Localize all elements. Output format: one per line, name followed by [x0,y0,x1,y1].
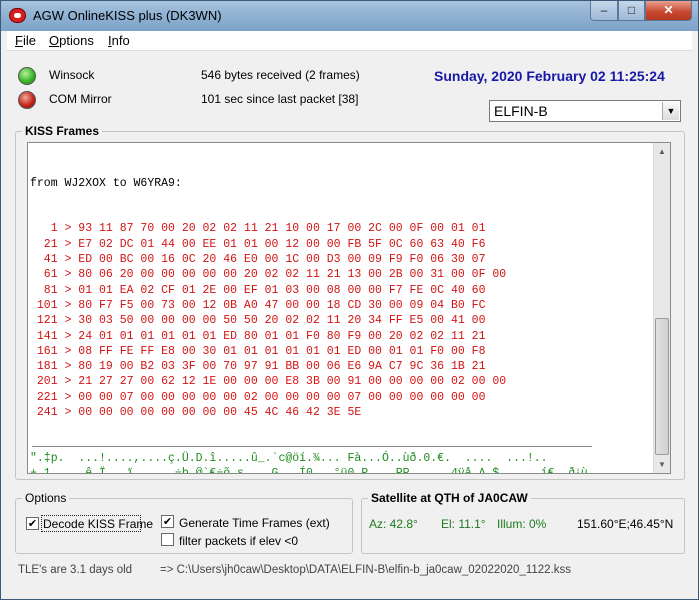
satellite-select[interactable]: ELFIN-B ▼ [489,100,681,122]
options-title: Options [22,491,70,505]
current-datetime: Sunday, 2020 February 02 11:25:24 [434,68,665,84]
kiss-hex-dump: 1 > 93 11 87 70 00 20 02 02 11 21 10 00 … [30,221,652,420]
close-button[interactable]: ✕ [645,1,692,21]
filter-packets-label[interactable]: filter packets if elev <0 [179,534,298,548]
kiss-hex-line: 181 > 80 19 00 B2 03 3F 00 70 97 91 BB 0… [30,360,486,374]
satellite-coordinates: 151.60°E;46.45°N [577,517,674,531]
winsock-label: Winsock [49,68,95,82]
azimuth-value: Az: 42.8° [369,517,418,531]
winsock-status-led-icon [18,67,36,85]
com-mirror-status-led-icon [18,91,36,109]
tle-age: TLE's are 3.1 days old [18,564,133,576]
menu-options[interactable]: Options [49,33,94,48]
kiss-hex-line: 21 > E7 02 DC 01 44 00 EE 01 01 00 12 00… [30,237,486,251]
kiss-ascii-line: ".‡p. ...!....,....ç.Ü.D.î.....û_.`c@öí.… [30,451,548,465]
kiss-hex-line: 221 > 00 00 07 00 00 00 00 00 02 00 00 0… [30,390,486,404]
kiss-hex-line: 81 > 01 01 EA 02 CF 01 2E 00 EF 01 03 00… [30,283,486,297]
generate-time-checkbox[interactable]: ✔ [161,515,174,528]
kiss-hex-line: 241 > 00 00 00 00 00 00 00 00 45 4C 46 4… [30,406,362,420]
kiss-hex-line: 101 > 80 F7 F5 00 73 00 12 0B A0 47 00 0… [30,298,486,312]
satellite-group-title: Satellite at QTH of JA0CAW [368,491,531,505]
menu-bar: File Options Info [7,31,692,51]
kiss-hex-line: 161 > 08 FF FE FF E8 00 30 01 01 01 01 0… [30,344,486,358]
main-panel: Winsock 546 bytes received (2 frames) CO… [7,52,692,593]
kiss-hex-line: 121 > 30 03 50 00 00 00 00 50 50 20 02 0… [30,314,486,328]
menu-file[interactable]: File [15,33,36,48]
scroll-thumb[interactable] [655,318,669,455]
kiss-frame-header: from WJ2XOX to W6YRA9: [30,176,182,190]
scroll-up-arrow-icon[interactable]: ▲ [654,143,670,160]
generate-time-label[interactable]: Generate Time Frames (ext) [179,516,330,530]
log-file-path: => C:\Users\jh0caw\Desktop\DATA\ELFIN-B\… [160,564,572,576]
kiss-hex-line: 201 > 21 27 27 00 62 12 1E 00 00 00 E8 3… [30,375,507,389]
filter-packets-checkbox[interactable] [161,533,174,546]
maximize-button[interactable]: □ [618,1,645,21]
kiss-scrollbar[interactable]: ▲ ▼ [653,143,670,473]
kiss-hex-line: 61 > 80 06 20 00 00 00 00 00 20 02 02 11… [30,268,507,282]
kiss-hex-line: 1 > 93 11 87 70 00 20 02 02 11 21 10 00 … [30,222,486,236]
menu-info[interactable]: Info [108,33,130,48]
com-mirror-info: 101 sec since last packet [38] [201,92,359,106]
title-bar[interactable]: AGW OnlineKISS plus (DK3WN) – □ ✕ [1,1,698,31]
illumination-value: Illum: 0% [497,517,547,531]
kiss-hex-line: 141 > 24 01 01 01 01 01 01 ED 80 01 01 F… [30,329,486,343]
kiss-frames-title: KISS Frames [22,124,103,138]
app-logo-icon[interactable] [9,8,26,23]
kiss-ascii-dump: ".‡p. ...!....,....ç.Ü.D.î.....û_.`c@öí.… [30,451,652,474]
kiss-hex-line: 41 > ED 00 BC 00 16 0C 20 46 E0 00 1C 00… [30,253,486,267]
scroll-down-arrow-icon[interactable]: ▼ [654,456,670,473]
app-window: AGW OnlineKISS plus (DK3WN) – □ ✕ File O… [0,0,699,600]
winsock-info: 546 bytes received (2 frames) [201,68,360,82]
com-mirror-label: COM Mirror [49,92,112,106]
minimize-button[interactable]: – [590,1,618,21]
kiss-separator [32,446,592,447]
satellite-select-value: ELFIN-B [494,103,548,119]
kiss-frames-textarea[interactable]: from WJ2XOX to W6YRA9: 1 > 93 11 87 70 0… [27,142,671,474]
kiss-ascii-line: +.1.....ê.Ï...ï......÷þ.@`€÷õ.s... G...Í… [30,467,595,474]
decode-kiss-label[interactable]: Decode KISS Frame [43,517,153,531]
decode-kiss-checkbox[interactable]: ✔ [26,517,39,530]
window-title: AGW OnlineKISS plus (DK3WN) [33,8,222,23]
elevation-value: El: 11.1° [441,517,486,531]
chevron-down-icon[interactable]: ▼ [662,102,679,120]
